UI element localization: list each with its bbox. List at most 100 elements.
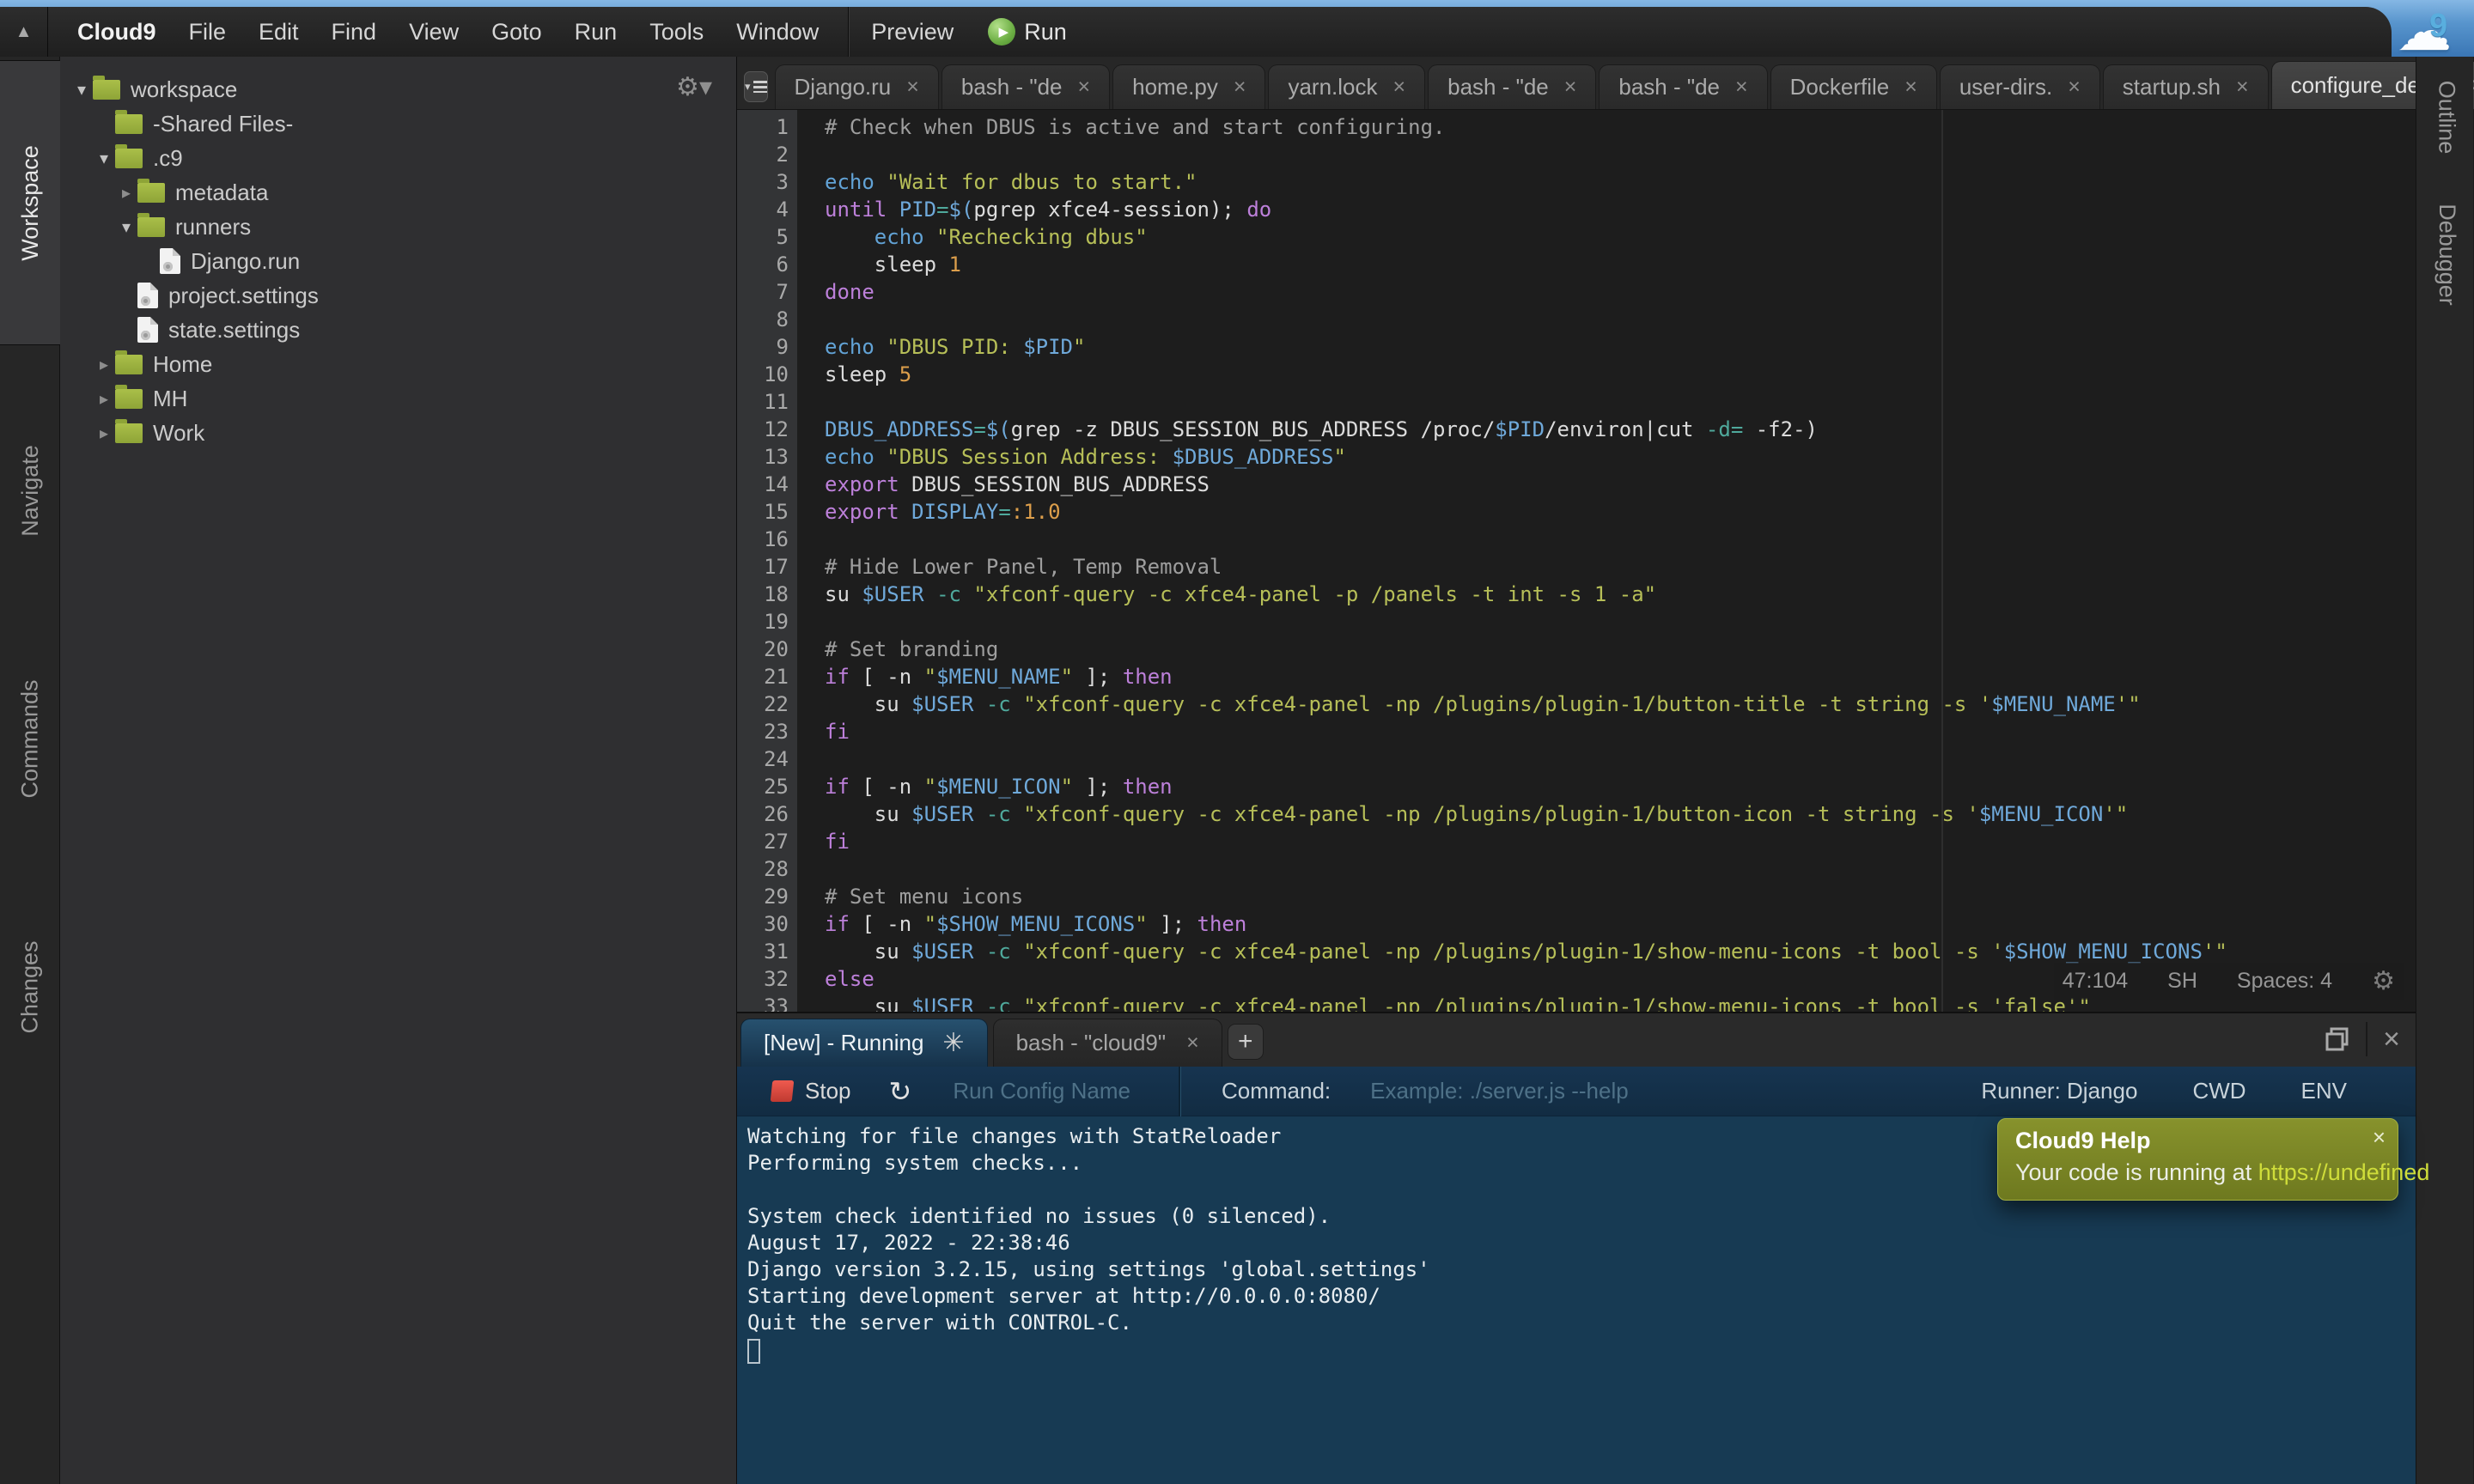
- editor-tab-dockerfile[interactable]: Dockerfile×: [1770, 64, 1937, 109]
- popup-close-icon[interactable]: ×: [2373, 1124, 2386, 1151]
- menu-item-view[interactable]: View: [409, 19, 459, 46]
- caret-down-icon: ▾: [745, 80, 751, 94]
- folder-icon: [115, 389, 143, 409]
- close-tab-icon[interactable]: ×: [1078, 75, 1091, 100]
- line-number: 15: [737, 498, 789, 526]
- syntax-mode[interactable]: SH: [2167, 969, 2197, 994]
- tree-row[interactable]: state.settings: [60, 313, 736, 347]
- editor-tab-bash-de[interactable]: bash - "de×: [1599, 64, 1767, 109]
- console-tab-bash-cloud9-[interactable]: bash - "cloud9"×: [993, 1019, 1222, 1067]
- new-console-tab-button[interactable]: +: [1228, 1024, 1264, 1060]
- menu-item-find[interactable]: Find: [332, 19, 377, 46]
- env-button[interactable]: ENV: [2301, 1078, 2347, 1104]
- close-tab-icon[interactable]: ×: [906, 75, 919, 100]
- right-tab-debugger[interactable]: Debugger: [2416, 186, 2474, 323]
- restart-icon[interactable]: ↻: [889, 1075, 912, 1108]
- status-gear-icon[interactable]: ⚙: [2372, 966, 2395, 996]
- code-area[interactable]: # Check when DBUS is active and start co…: [797, 110, 2416, 1012]
- tree-row[interactable]: ▸MH: [60, 381, 736, 416]
- editor-tab-home-py[interactable]: home.py ×: [1112, 64, 1265, 109]
- tab-list-button[interactable]: ▾: [744, 71, 768, 102]
- editor-tab-bar: ▾ Django.ru×bash - "de×home.py×yarn.lock…: [737, 57, 2416, 110]
- close-tab-icon[interactable]: ×: [1564, 75, 1577, 100]
- editor-tab-startup-sh[interactable]: startup.sh×: [2103, 64, 2269, 109]
- tree-row[interactable]: ▾.c9: [60, 141, 736, 175]
- tree-row[interactable]: Django.run: [60, 244, 736, 278]
- caret-right-icon[interactable]: ▸: [93, 423, 115, 444]
- code-line: sleep 1: [825, 251, 2416, 278]
- close-tab-icon[interactable]: ×: [2068, 75, 2081, 100]
- line-number: 18: [737, 581, 789, 608]
- tree-row[interactable]: ▾runners: [60, 210, 736, 244]
- file-tree-panel: ⚙▾ ▾ workspace -Shared Files-▾.c9▸metadata…: [60, 57, 737, 1484]
- close-tab-icon[interactable]: ×: [1234, 75, 1246, 100]
- run-button[interactable]: ▶ Run: [988, 18, 1067, 46]
- tree-row[interactable]: ▸Work: [60, 416, 736, 450]
- tree-row[interactable]: ▾ workspace: [60, 72, 736, 106]
- menu-item-file[interactable]: File: [189, 19, 227, 46]
- command-input[interactable]: Example: ./server.js --help: [1370, 1078, 1629, 1104]
- code-editor[interactable]: 1234567891011121314151617181920212223242…: [737, 110, 2416, 1012]
- code-line: su $USER -c "xfconf-query -c xfce4-panel…: [825, 800, 2416, 828]
- sidebar-tab-label: Workspace: [17, 145, 44, 261]
- editor-tab-user-dirs-[interactable]: user-dirs.×: [1940, 64, 2100, 109]
- cwd-button[interactable]: CWD: [2192, 1078, 2245, 1104]
- line-number: 13: [737, 443, 789, 471]
- close-tab-icon[interactable]: ×: [2236, 75, 2249, 100]
- caret-right-icon[interactable]: ▸: [115, 182, 137, 204]
- stop-icon[interactable]: [771, 1080, 795, 1102]
- indent-setting[interactable]: Spaces: 4: [2237, 969, 2332, 994]
- close-tab-icon[interactable]: ×: [1735, 75, 1748, 100]
- run-config-name-input[interactable]: Run Config Name: [953, 1078, 1130, 1104]
- sidebar-tab-commands[interactable]: Commands: [0, 623, 60, 854]
- stop-button[interactable]: Stop: [805, 1078, 851, 1104]
- editor-tab-bash-de[interactable]: bash - "de×: [1428, 64, 1596, 109]
- folder-icon: [115, 423, 143, 443]
- sidebar-tab-navigate[interactable]: Navigate: [0, 386, 60, 594]
- menu-item-run[interactable]: Run: [575, 19, 618, 46]
- tree-row[interactable]: -Shared Files-: [60, 106, 736, 141]
- collapse-menu-button[interactable]: ▲: [0, 7, 48, 57]
- editor-tab-bash-de[interactable]: bash - "de×: [941, 64, 1110, 109]
- sidebar-tab-label: Navigate: [17, 445, 44, 537]
- code-line: echo "Wait for dbus to start.": [825, 168, 2416, 196]
- console-tab-bar: [New] - Running✳bash - "cloud9"×+ ×: [737, 1013, 2416, 1067]
- sidebar-tab-workspace[interactable]: Workspace: [0, 60, 60, 345]
- menu-item-goto[interactable]: Goto: [491, 19, 542, 46]
- cloud9-nine: 9: [2429, 8, 2447, 45]
- code-line: [825, 306, 2416, 333]
- caret-right-icon[interactable]: ▸: [93, 388, 115, 410]
- console-tab--new-running[interactable]: [New] - Running✳: [740, 1019, 988, 1067]
- caret-down-icon[interactable]: ▾: [115, 216, 137, 238]
- preview-button[interactable]: Preview: [871, 19, 954, 46]
- cursor-position[interactable]: 47:104: [2063, 969, 2128, 994]
- editor-tab-label: home.py: [1132, 74, 1218, 100]
- runner-selector[interactable]: Runner: Django: [1981, 1078, 2137, 1104]
- menu-item-window[interactable]: Window: [736, 19, 819, 46]
- caret-right-icon[interactable]: ▸: [93, 354, 115, 375]
- close-tab-icon[interactable]: ×: [1904, 75, 1917, 100]
- editor-tab-yarn-lock[interactable]: yarn.lock×: [1268, 64, 1425, 109]
- menu-bar: ▲ Cloud9 File Edit Find View Goto Run Tools Win…: [0, 7, 2392, 57]
- line-number: 25: [737, 773, 789, 800]
- running-url-link[interactable]: https://undefined: [2258, 1159, 2430, 1185]
- caret-down-icon[interactable]: ▾: [93, 148, 115, 169]
- close-tab-icon[interactable]: ×: [1393, 75, 1406, 100]
- tree-row[interactable]: ▸Home: [60, 347, 736, 381]
- line-number: 6: [737, 251, 789, 278]
- tree-settings-gear-icon[interactable]: ⚙▾: [676, 72, 712, 102]
- right-tab-outline[interactable]: Outline: [2416, 62, 2474, 172]
- menu-item-tools[interactable]: Tools: [649, 19, 704, 46]
- maximize-console-icon[interactable]: [2325, 1026, 2350, 1052]
- menu-item-edit[interactable]: Edit: [259, 19, 299, 46]
- menu-cloud9[interactable]: Cloud9: [77, 19, 156, 46]
- close-console-icon[interactable]: ×: [2383, 1023, 2400, 1056]
- close-tab-icon[interactable]: ×: [1186, 1031, 1199, 1055]
- tree-item-label: workspace: [131, 76, 237, 103]
- tree-row[interactable]: project.settings: [60, 278, 736, 313]
- editor-tab-django-ru[interactable]: Django.ru×: [775, 64, 939, 109]
- sidebar-tab-changes[interactable]: Changes: [0, 883, 60, 1091]
- caret-down-icon[interactable]: ▾: [70, 79, 93, 100]
- tree-row[interactable]: ▸metadata: [60, 175, 736, 210]
- terminal-line: System check identified no issues (0 sil…: [747, 1203, 2416, 1230]
